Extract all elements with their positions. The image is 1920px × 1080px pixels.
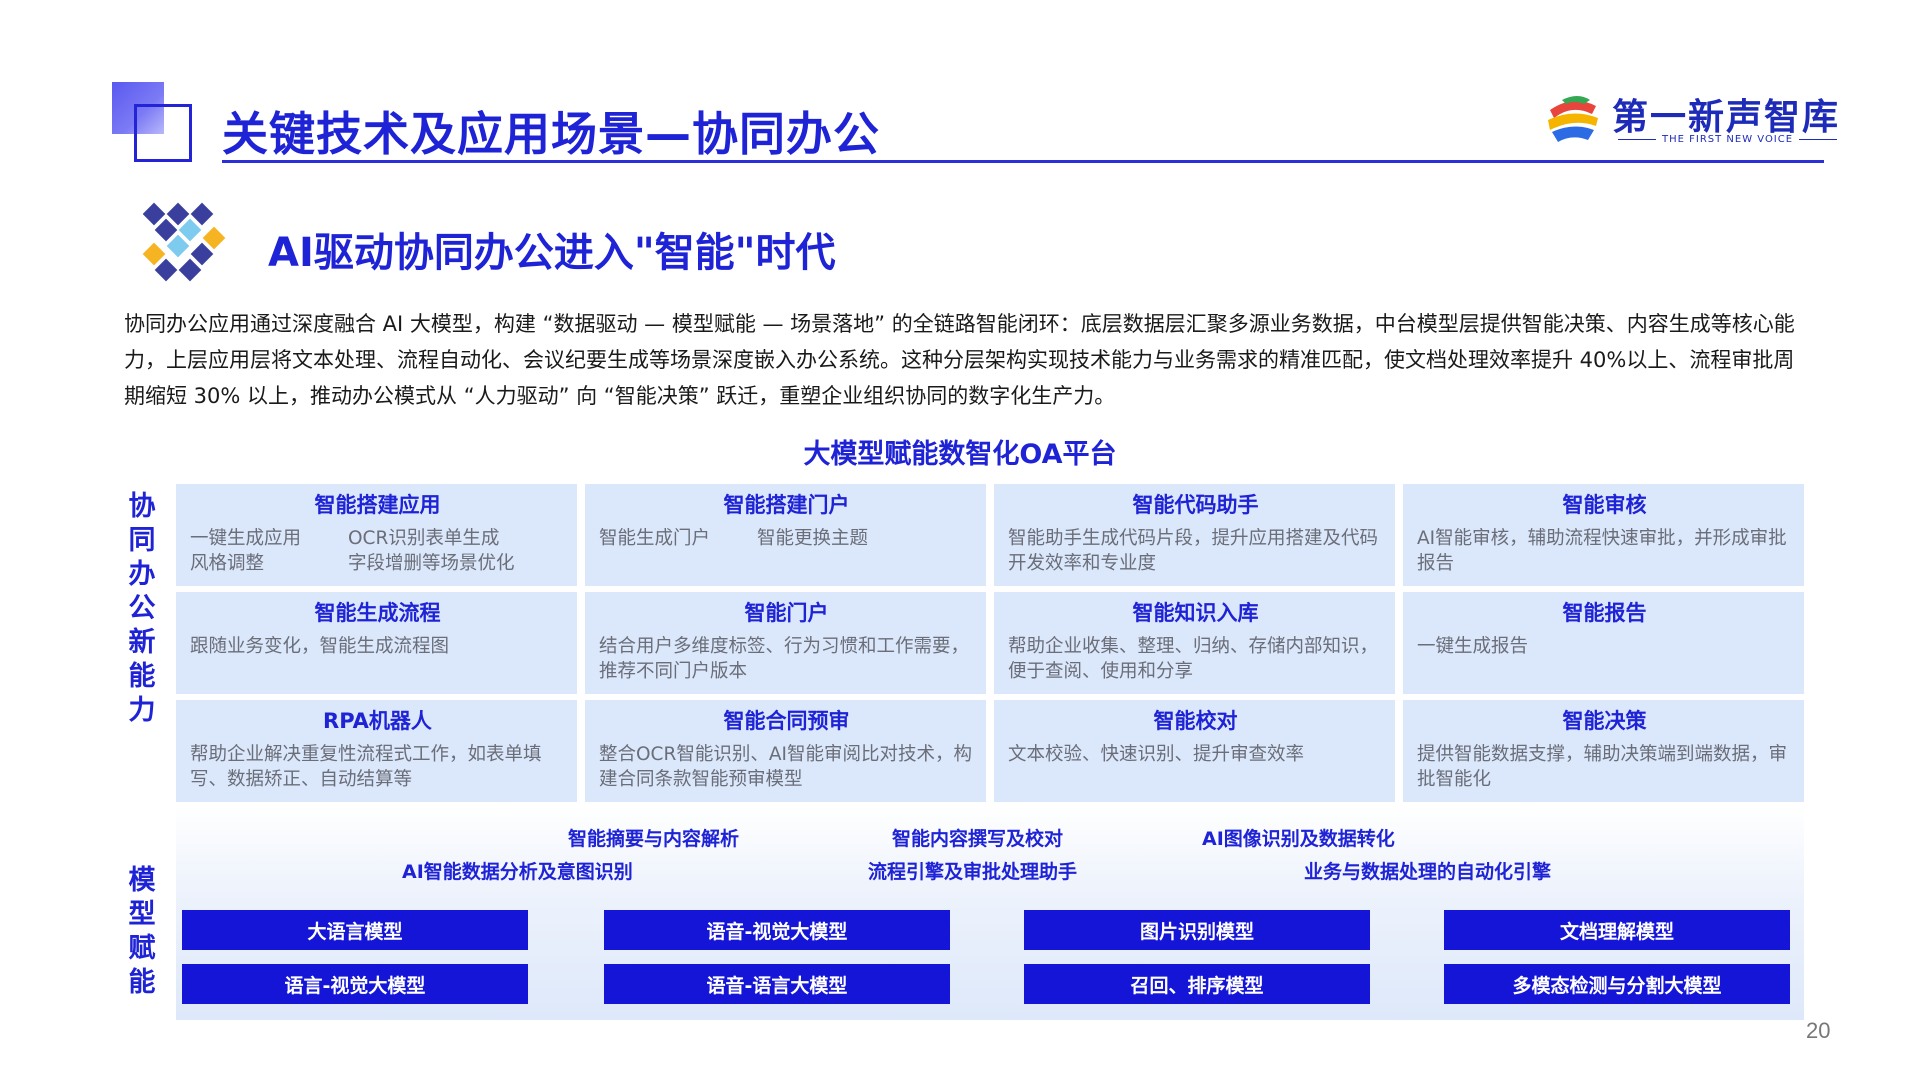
- capability-label: 流程引擎及审批处理助手: [868, 861, 1078, 883]
- diamond-cluster-icon: [142, 202, 226, 282]
- cell-title: 智能门户: [744, 601, 829, 625]
- cell-title: 智能生成流程: [314, 601, 441, 625]
- capability-cell-smart-workflow: 智能生成流程 跟随业务变化，智能生成流程图: [176, 592, 577, 694]
- model-box: 语音-语言大模型: [604, 964, 950, 1004]
- capability-label: 业务与数据处理的自动化引擎: [1304, 861, 1552, 883]
- cell-desc-item: 字段增删等场景优化: [348, 553, 515, 574]
- cell-desc: 智能助手生成代码片段，提升应用搭建及代码开发效率和专业度: [1008, 528, 1379, 574]
- cell-desc: 结合用户多维度标签、行为习惯和工作需要，推荐不同门户版本: [599, 636, 970, 682]
- cell-title: 智能搭建门户: [723, 493, 850, 517]
- page-title: 关键技术及应用场景—协同办公: [222, 107, 880, 161]
- label-model-empowerment: 模型赋能: [128, 865, 156, 998]
- capability-label: 智能摘要与内容解析: [568, 828, 740, 850]
- logo-mark-icon: [1546, 92, 1600, 146]
- capability-cell-smart-portal-builder: 智能搭建门户 智能生成门户 智能更换主题: [585, 484, 986, 586]
- cell-desc-item: 智能生成门户: [599, 528, 711, 549]
- cell-title: 智能搭建应用: [314, 493, 441, 517]
- model-box: 大语言模型: [182, 910, 528, 950]
- capability-cell-smart-app-builder: 智能搭建应用 一键生成应用 OCR识别表单生成 风格调整 字段增删等场景优化: [176, 484, 577, 586]
- section-title: AI驱动协同办公进入"智能"时代: [268, 230, 836, 276]
- cell-desc: 文本校验、快速识别、提升审查效率: [1008, 744, 1305, 765]
- cell-desc: 整合OCR智能识别、AI智能审阅比对技术，构建合同条款智能预审模型: [599, 744, 972, 790]
- cell-desc: 提供智能数据支撑，辅助决策端到端数据，审批智能化: [1417, 744, 1788, 790]
- capability-label: AI图像识别及数据转化: [1202, 828, 1395, 850]
- cell-title: 智能决策: [1562, 709, 1647, 733]
- corner-square-decoration: [112, 82, 194, 164]
- logo-subtitle: THE FIRST NEW VOICE: [1612, 134, 1834, 145]
- logo-name: 第一新声智库: [1612, 97, 1841, 138]
- cell-desc-item: OCR识别表单生成: [348, 528, 500, 549]
- capability-cell-smart-report: 智能报告 一键生成报告: [1403, 592, 1804, 694]
- cell-title: 智能校对: [1153, 709, 1238, 733]
- cell-title: 智能知识入库: [1132, 601, 1259, 625]
- cell-desc-item: 一键生成应用: [190, 528, 302, 549]
- model-box: 语音-视觉大模型: [604, 910, 950, 950]
- capability-label: AI智能数据分析及意图识别: [402, 861, 633, 883]
- corner-frame-square: [134, 104, 192, 162]
- capability-cell-smart-decision: 智能决策 提供智能数据支撑，辅助决策端到端数据，审批智能化: [1403, 700, 1804, 802]
- cell-desc: 一键生成应用 OCR识别表单生成 风格调整 字段增删等场景优化: [190, 526, 565, 576]
- title-divider: [222, 160, 1824, 163]
- capability-cell-rpa-robot: RPA机器人 帮助企业解决重复性流程式工作，如表单填写、数据矫正、自动结算等: [176, 700, 577, 802]
- capability-label: 智能内容撰写及校对: [892, 828, 1064, 850]
- logo: 第一新声智库 THE FIRST NEW VOICE: [1544, 86, 1838, 152]
- cell-desc-item: 风格调整: [190, 553, 265, 574]
- cell-title: 智能合同预审: [723, 709, 850, 733]
- model-box: 文档理解模型: [1444, 910, 1790, 950]
- cell-desc: 智能生成门户 智能更换主题: [599, 526, 974, 551]
- capability-grid: 智能搭建应用 一键生成应用 OCR识别表单生成 风格调整 字段增删等场景优化 智…: [176, 484, 1804, 802]
- cell-title: 智能代码助手: [1132, 493, 1259, 517]
- capability-cell-contract-review: 智能合同预审 整合OCR智能识别、AI智能审阅比对技术，构建合同条款智能预审模型: [585, 700, 986, 802]
- cell-title: 智能审核: [1562, 493, 1647, 517]
- cell-desc: 跟随业务变化，智能生成流程图: [190, 636, 450, 657]
- capability-cell-smart-proofread: 智能校对 文本校验、快速识别、提升审查效率: [994, 700, 1395, 802]
- model-box: 召回、排序模型: [1024, 964, 1370, 1004]
- page-number: 20: [1806, 1018, 1831, 1043]
- platform-title: 大模型赋能数智化OA平台: [803, 439, 1117, 470]
- cell-desc: AI智能审核，辅助流程快速审批，并形成审批报告: [1417, 528, 1787, 574]
- capability-cell-smart-portal: 智能门户 结合用户多维度标签、行为习惯和工作需要，推荐不同门户版本: [585, 592, 986, 694]
- capability-cell-knowledge-ingest: 智能知识入库 帮助企业收集、整理、归纳、存储内部知识，便于查阅、使用和分享: [994, 592, 1395, 694]
- cell-desc-item: 智能更换主题: [757, 528, 869, 549]
- cell-desc: 帮助企业解决重复性流程式工作，如表单填写、数据矫正、自动结算等: [190, 744, 542, 790]
- label-new-capabilities: 协同办公新能力: [128, 491, 156, 726]
- capability-cell-code-assistant: 智能代码助手 智能助手生成代码片段，提升应用搭建及代码开发效率和专业度: [994, 484, 1395, 586]
- model-box: 语言-视觉大模型: [182, 964, 528, 1004]
- capability-cell-smart-review: 智能审核 AI智能审核，辅助流程快速审批，并形成审批报告: [1403, 484, 1804, 586]
- cell-desc: 帮助企业收集、整理、归纳、存储内部知识，便于查阅、使用和分享: [1008, 636, 1379, 682]
- model-box: 图片识别模型: [1024, 910, 1370, 950]
- model-box: 多模态检测与分割大模型: [1444, 964, 1790, 1004]
- cell-title: 智能报告: [1562, 601, 1647, 625]
- cell-title: RPA机器人: [323, 709, 432, 733]
- intro-paragraph: 协同办公应用通过深度融合 AI 大模型，构建 “数据驱动 — 模型赋能 — 场景…: [124, 312, 1795, 408]
- cell-desc: 一键生成报告: [1417, 636, 1529, 657]
